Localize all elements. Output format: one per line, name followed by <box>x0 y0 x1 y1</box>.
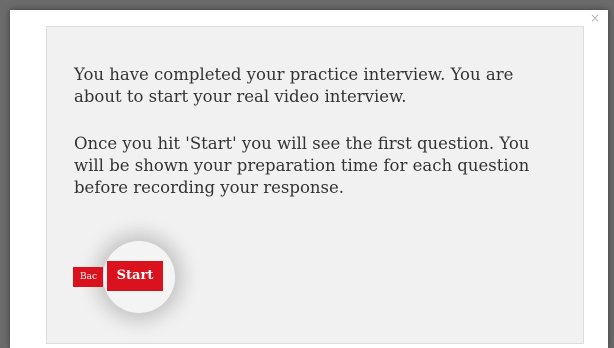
start-button[interactable]: Start <box>107 261 163 291</box>
instructions-message: Once you hit 'Start' you will see the fi… <box>74 134 530 197</box>
close-icon[interactable]: × <box>590 12 600 24</box>
back-button[interactable]: Bac <box>73 267 103 287</box>
modal-content-panel: You have completed your practice intervi… <box>46 26 584 344</box>
interview-modal: × You have completed your practice inter… <box>10 10 608 348</box>
completion-message: You have completed your practice intervi… <box>74 65 514 106</box>
